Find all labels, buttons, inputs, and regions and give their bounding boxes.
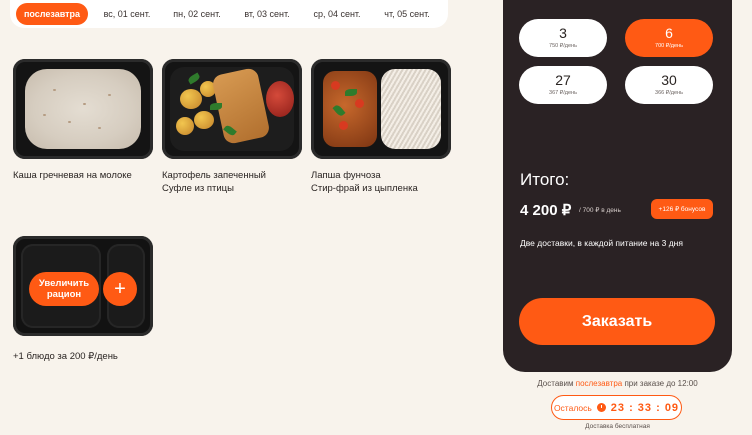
total-price: 4 200 ₽ bbox=[520, 202, 572, 219]
free-delivery-note: Доставка бесплатная bbox=[585, 423, 650, 430]
days-option-27[interactable]: 27 367 ₽/день bbox=[519, 66, 607, 104]
meal-image-funchoza bbox=[311, 59, 451, 159]
add-portion-card: Увеличить рацион + +1 блюдо за 200 ₽/ден… bbox=[13, 236, 153, 363]
clock-icon bbox=[596, 403, 606, 412]
delivery-info: Доставим послезавтра при заказе до 12:00 bbox=[537, 379, 698, 388]
date-tabs: послезавтра вс, 01 сент. пн, 02 сент. вт… bbox=[10, 0, 448, 28]
timer-label: Осталось bbox=[553, 402, 592, 413]
countdown-timer: Осталось 23 : 33 : 09 bbox=[551, 395, 682, 420]
date-tab-thu-05[interactable]: чт, 05 сент. bbox=[372, 3, 442, 25]
order-summary-panel: 3 750 ₽/день 6 700 ₽/день 27 367 ₽/день … bbox=[503, 0, 732, 372]
delivery-day-link[interactable]: послезавтра bbox=[576, 379, 622, 388]
date-tab-tue-03[interactable]: вт, 03 сент. bbox=[232, 3, 302, 25]
meal-image-potato bbox=[162, 59, 302, 159]
meal-card-potato[interactable]: Картофель запеченный Суфле из птицы bbox=[162, 59, 302, 195]
add-dish-plus-button[interactable]: + bbox=[103, 272, 137, 306]
date-tab-day-after-tomorrow[interactable]: послезавтра bbox=[16, 3, 88, 25]
price-per-day: / 700 ₽ в день bbox=[579, 207, 621, 214]
meal-name: Каша гречневая на молоке bbox=[13, 170, 132, 181]
meal-card-buckwheat[interactable]: Каша гречневая на молоке bbox=[13, 59, 153, 182]
increase-ration-button[interactable]: Увеличить рацион bbox=[29, 272, 99, 306]
days-option-6[interactable]: 6 700 ₽/день bbox=[625, 19, 713, 57]
meal-name: Картофель запеченный Суфле из птицы bbox=[162, 170, 266, 194]
add-portion-caption: +1 блюдо за 200 ₽/день bbox=[13, 351, 118, 362]
date-tab-mon-02[interactable]: пн, 02 сент. bbox=[162, 3, 232, 25]
days-option-3[interactable]: 3 750 ₽/день bbox=[519, 19, 607, 57]
date-tab-wed-04[interactable]: ср, 04 сент. bbox=[302, 3, 372, 25]
order-button[interactable]: Заказать bbox=[519, 298, 715, 345]
date-tab-sun-01[interactable]: вс, 01 сент. bbox=[92, 3, 162, 25]
meal-name: Лапша фунчоза Стир-фрай из цыпленка bbox=[311, 170, 418, 194]
days-option-30[interactable]: 30 366 ₽/день bbox=[625, 66, 713, 104]
meal-image-buckwheat bbox=[13, 59, 153, 159]
bonus-badge: +126 ₽ бонусов bbox=[651, 199, 713, 219]
delivery-note: Две доставки, в каждой питание на 3 дня bbox=[520, 238, 683, 248]
total-label: Итого: bbox=[520, 170, 570, 189]
timer-value: 23 : 33 : 09 bbox=[610, 401, 680, 414]
meal-card-funchoza[interactable]: Лапша фунчоза Стир-фрай из цыпленка bbox=[311, 59, 451, 195]
empty-tray-image: Увеличить рацион + bbox=[13, 236, 153, 336]
